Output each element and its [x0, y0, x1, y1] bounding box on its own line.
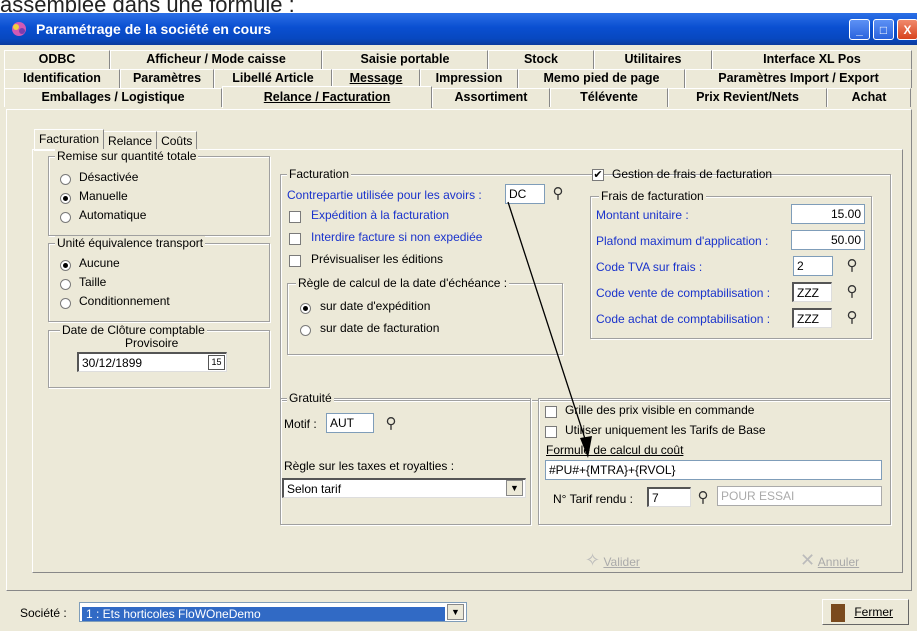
valider-button[interactable]: ✧ Valider	[585, 548, 665, 574]
societe-selected-value: 1 : Ets horticoles FloWOneDemo	[82, 607, 445, 621]
door-icon	[831, 603, 845, 622]
valider-icon: ✧	[585, 550, 601, 570]
valider-label: Valider	[603, 555, 640, 569]
societe-select[interactable]: 1 : Ets horticoles FloWOneDemo	[79, 602, 467, 622]
annuler-icon: ✕	[800, 550, 816, 570]
fermer-button[interactable]: Fermer	[822, 599, 909, 625]
annotation-arrow	[507, 201, 592, 458]
societe-dropdown-icon[interactable]: ▼	[447, 604, 464, 620]
fermer-label: Fermer	[854, 605, 894, 619]
annuler-button[interactable]: ✕ Annuler	[800, 548, 890, 574]
annuler-label: Annuler	[817, 555, 860, 569]
settings-window: Paramétrage de la société en cours _ □ X…	[0, 13, 917, 631]
societe-label: Société :	[20, 606, 67, 620]
